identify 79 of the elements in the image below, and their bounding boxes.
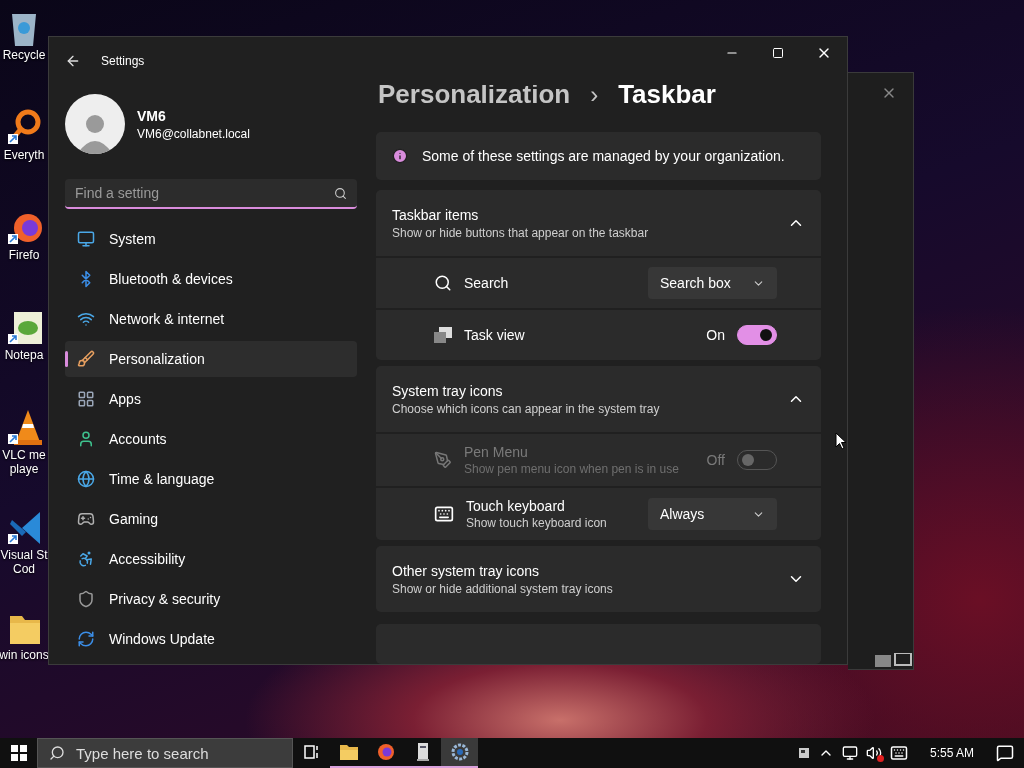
notice-text: Some of these settings are managed by your organization. — [422, 148, 785, 165]
nav-item[interactable]: Privacy & security — [65, 581, 357, 617]
taskbar-search-field[interactable]: Type here to search — [37, 738, 293, 768]
nav-item[interactable]: Accounts — [65, 421, 357, 457]
setting-label: Pen Menu — [464, 444, 529, 460]
nav-item[interactable]: Personalization — [65, 341, 357, 377]
toggle-state: On — [706, 327, 725, 343]
gear-icon — [450, 743, 469, 761]
monitor-icon — [77, 230, 95, 248]
search-icon — [49, 745, 65, 761]
clock: 5:55 AM — [929, 746, 974, 760]
cone-icon — [6, 408, 42, 448]
server-icon — [416, 743, 429, 761]
card-subtitle: Choose which icons can appear in the system tray — [392, 401, 660, 416]
setting-description: Show touch keyboard icon — [466, 516, 607, 530]
browser-icon — [376, 743, 395, 761]
network-icon[interactable] — [841, 745, 858, 761]
notifications-icon[interactable] — [996, 744, 1014, 762]
search-field[interactable]: Find a setting — [65, 179, 357, 209]
nav-item[interactable]: Bluetooth & devices — [65, 261, 357, 297]
windows-logo-icon — [10, 745, 27, 761]
card-subtitle: Show or hide additional system tray icons — [392, 581, 613, 596]
icon-label: Everyth — [3, 148, 45, 162]
accessibility-icon — [77, 550, 95, 568]
profile-name: VM6 — [137, 107, 167, 124]
setting-label: Task view — [464, 327, 525, 343]
card-title: Other system tray icons — [392, 562, 541, 579]
nav-item[interactable]: Gaming — [65, 501, 357, 537]
card-title: System tray icons — [392, 382, 504, 399]
icon-label: playe — [9, 462, 39, 476]
icon-label: VLC me — [2, 448, 46, 462]
tray-app-icon[interactable] — [797, 747, 810, 759]
keyboard-icon[interactable] — [889, 744, 908, 762]
selection-indicator — [65, 351, 68, 367]
search-icon — [334, 187, 347, 200]
task-view-icon — [303, 744, 320, 760]
person-icon — [77, 430, 95, 448]
wifi-icon — [77, 310, 95, 328]
refresh-icon — [77, 630, 95, 648]
avatar — [65, 94, 125, 154]
toggle-switch[interactable] — [737, 325, 777, 345]
setting-label: Touch keyboard — [466, 498, 566, 514]
brush-icon — [77, 350, 95, 368]
volume-muted-icon[interactable] — [865, 745, 882, 761]
setting-label: Search — [464, 275, 509, 291]
icon-label: Visual St — [0, 548, 48, 562]
window-title: Settings — [101, 54, 146, 68]
maximize-icon — [772, 47, 784, 59]
pen-icon — [434, 451, 452, 469]
icon-label: Cod — [13, 562, 35, 576]
toggle-state: Off — [706, 452, 725, 468]
grid-icon — [77, 390, 95, 408]
breadcrumb-separator: › — [590, 85, 599, 109]
shield-icon — [77, 590, 95, 608]
folder-icon — [339, 744, 358, 760]
nav-item[interactable]: Time & language — [65, 461, 357, 497]
nav-item[interactable]: Apps — [65, 381, 357, 417]
nav-item[interactable]: Network & internet — [65, 301, 357, 337]
card-title: Taskbar items — [392, 206, 480, 223]
nav-item[interactable]: Accessibility — [65, 541, 357, 577]
setting-description: Show pen menu icon when pen is in use — [464, 462, 679, 476]
icon-label: win icons — [0, 648, 48, 662]
keyboard-icon — [434, 504, 454, 524]
nav-item[interactable]: System — [65, 221, 357, 257]
globe-icon — [77, 470, 95, 488]
icon-label: Firefo — [8, 248, 40, 262]
profile-email: VM6@collabnet.local — [137, 126, 250, 141]
dropdown[interactable]: Search box — [648, 267, 777, 299]
search-icon — [434, 274, 452, 292]
back-icon[interactable] — [65, 53, 81, 69]
mouse-cursor-icon — [835, 432, 847, 450]
icon-label: Recycle — [2, 48, 46, 62]
nav-item[interactable]: Windows Update — [65, 621, 357, 657]
icon-label: Notepa — [4, 348, 44, 362]
card-subtitle: Show or hide buttons that appear on the taskbar — [392, 225, 649, 240]
dropdown[interactable]: Always — [648, 498, 777, 530]
info-icon — [392, 148, 408, 165]
windows-icon — [434, 327, 452, 343]
gamepad-icon — [77, 510, 95, 528]
